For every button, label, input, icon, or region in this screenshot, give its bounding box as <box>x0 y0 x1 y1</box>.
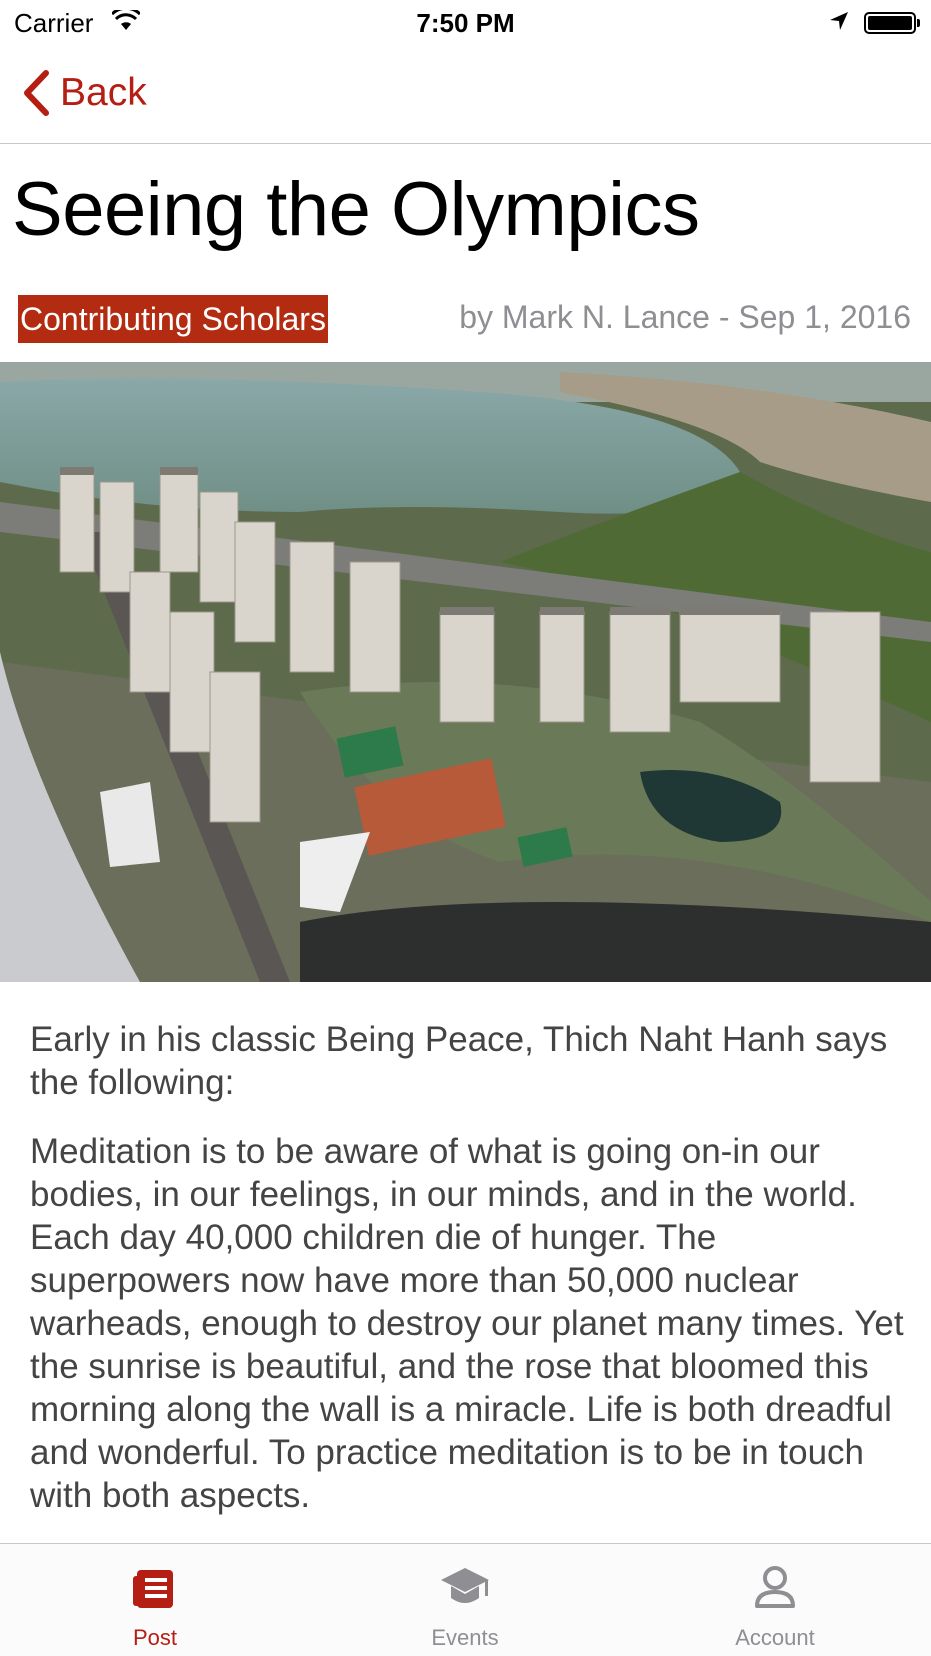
tab-events[interactable]: Events <box>310 1544 620 1656</box>
tab-events-label: Events <box>431 1625 499 1650</box>
graduation-cap-icon <box>439 1564 491 1615</box>
person-icon <box>753 1564 797 1615</box>
back-label: Back <box>60 71 147 114</box>
tab-account[interactable]: Account <box>620 1544 930 1656</box>
byline: by Mark N. Lance - Sep 1, 2016 <box>459 299 911 335</box>
tab-post-label: Post <box>132 1625 178 1650</box>
clock: 7:50 PM <box>416 8 515 38</box>
article-paragraph: Meditation is to be aware of what is goi… <box>30 1132 904 1515</box>
article-body: Early in his classic Being Peace, Thich … <box>30 1018 915 1543</box>
back-button[interactable]: Back <box>22 66 147 120</box>
article-title: Seeing the Olympics <box>12 167 700 252</box>
tab-account-label: Account <box>735 1625 815 1650</box>
status-bar: Carrier 7:50 PM <box>0 0 931 46</box>
article-paragraph: Early in his classic Being Peace, Thich … <box>30 1020 888 1102</box>
tab-post[interactable]: Post <box>0 1544 310 1656</box>
tab-bar: Post Events Account <box>0 1543 931 1656</box>
navigation-bar: Back <box>0 46 931 144</box>
location-arrow-icon <box>828 10 850 37</box>
battery-icon <box>864 12 920 34</box>
article-hero-image <box>0 362 931 982</box>
document-icon <box>131 1564 179 1617</box>
chevron-left-icon <box>22 70 50 116</box>
category-badge[interactable]: Contributing Scholars <box>18 295 328 343</box>
